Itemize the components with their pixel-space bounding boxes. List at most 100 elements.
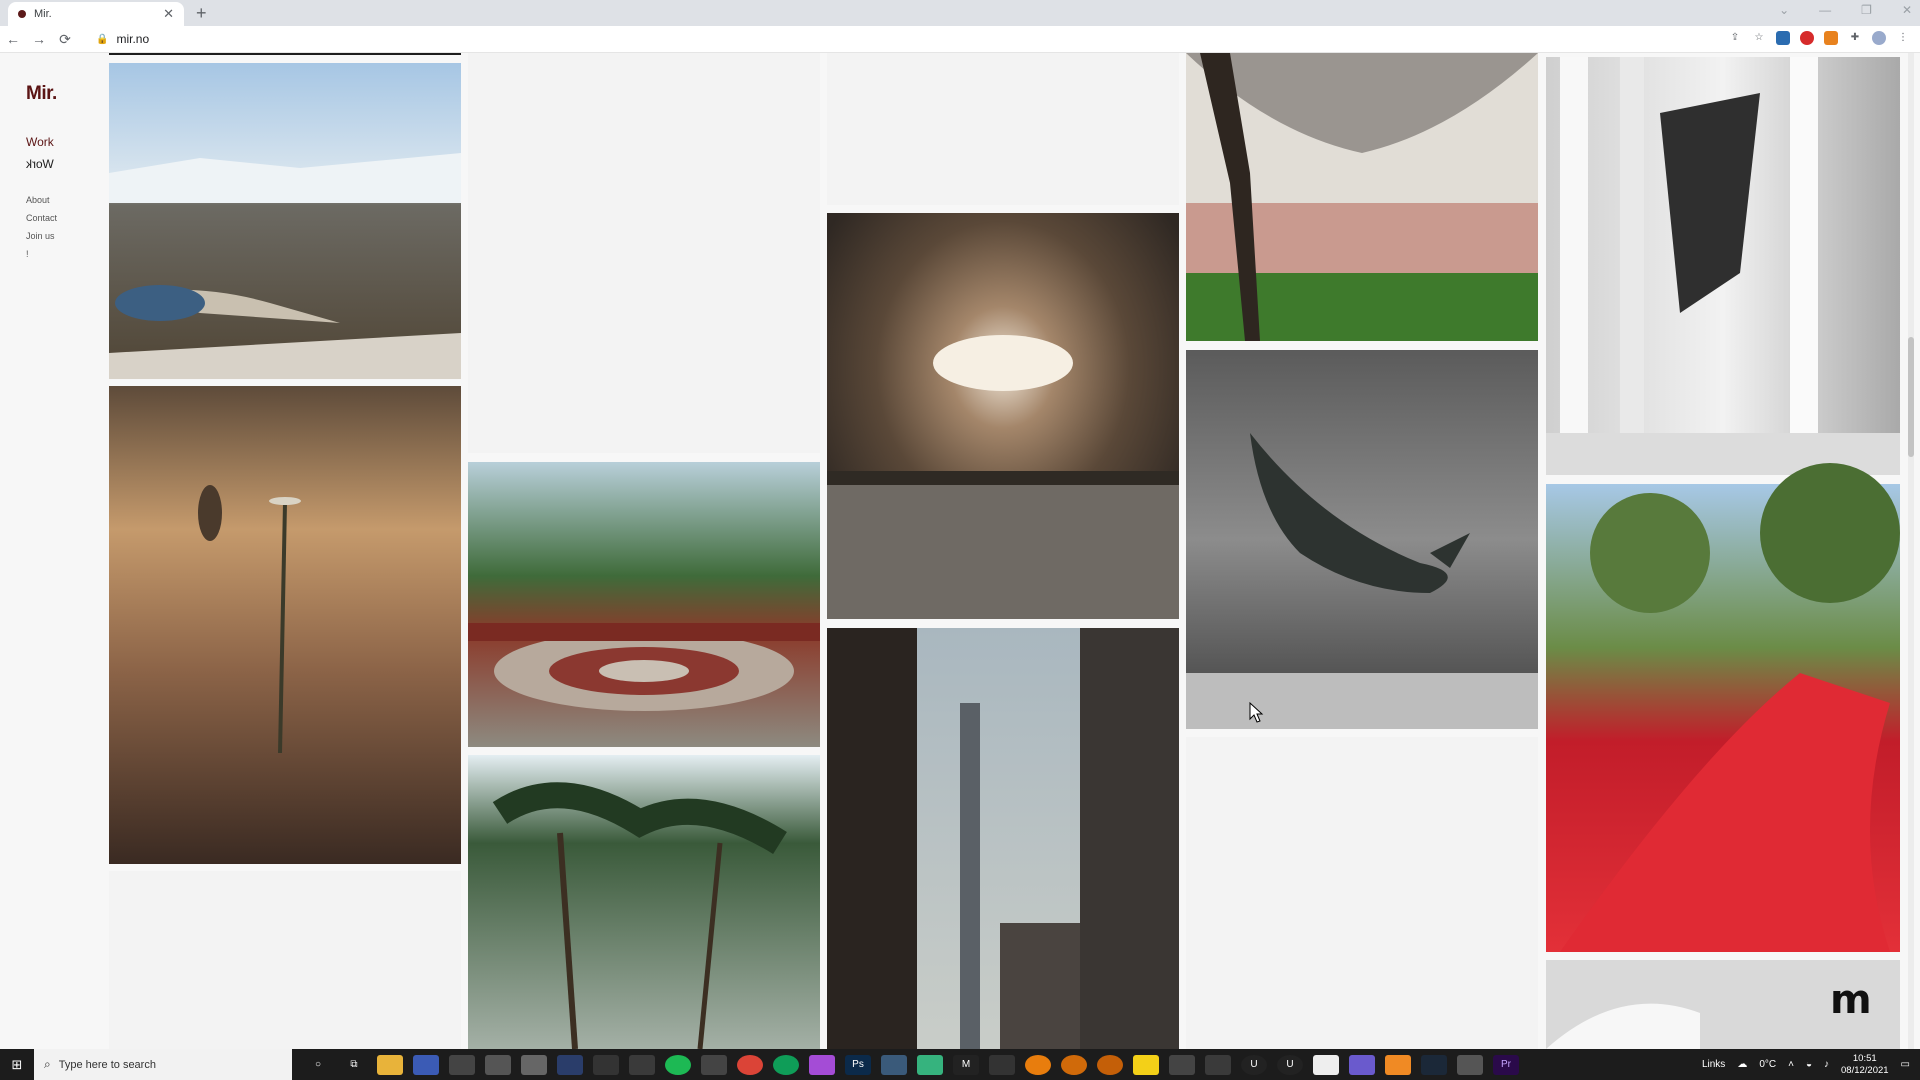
volume-icon[interactable]: ♪	[1824, 1059, 1829, 1070]
app-icon[interactable]	[1313, 1054, 1339, 1075]
new-tab-button[interactable]: +	[196, 3, 207, 24]
tab-close-icon[interactable]: ✕	[163, 6, 174, 22]
clock-time: 10:51	[1852, 1052, 1877, 1064]
gallery-image-whale-sculpture[interactable]	[1186, 350, 1538, 729]
bookmark-star-icon[interactable]: ☆	[1752, 31, 1766, 45]
secondary-nav: About Contact Join us !	[26, 195, 106, 259]
tray-chevron-icon[interactable]: ˄	[1788, 1059, 1794, 1070]
menu-kebab-icon[interactable]: ⋮	[1896, 31, 1910, 45]
app-icon[interactable]	[917, 1054, 943, 1075]
app-icon[interactable]	[1457, 1054, 1483, 1075]
clock-date: 08/12/2021	[1841, 1064, 1889, 1076]
app-icon[interactable]	[809, 1054, 835, 1075]
premiere-icon[interactable]: Pr	[1493, 1054, 1519, 1075]
app-icon[interactable]	[485, 1054, 511, 1075]
app-icon[interactable]	[881, 1054, 907, 1075]
unreal-engine-icon[interactable]: U	[1241, 1054, 1267, 1075]
search-icon: ⌕	[44, 1057, 51, 1071]
app-icon[interactable]	[1205, 1054, 1231, 1075]
nav-about-link[interactable]: About	[26, 195, 106, 205]
gallery-placeholder	[468, 53, 820, 453]
photoshop-icon[interactable]: Ps	[845, 1054, 871, 1075]
site-logo[interactable]: Mir.	[26, 83, 106, 105]
gallery-image-greenland-landscape[interactable]	[109, 63, 461, 379]
gallery-image-red-walkway[interactable]	[1546, 463, 1900, 952]
app-icon[interactable]	[629, 1054, 655, 1075]
spotify-icon[interactable]	[665, 1054, 691, 1075]
weather-cloud-icon[interactable]: ☁	[1737, 1059, 1747, 1070]
chrome-profile-icon[interactable]	[773, 1054, 799, 1075]
weather-temperature[interactable]: 0°C	[1759, 1059, 1776, 1070]
blender-icon[interactable]	[1025, 1054, 1051, 1075]
taskbar-search-placeholder: Type here to search	[58, 1058, 156, 1071]
task-view-icon[interactable]: ⧉	[341, 1055, 367, 1075]
unreal-engine-icon[interactable]: U	[1277, 1054, 1303, 1075]
page-scrollbar-thumb[interactable]	[1908, 337, 1914, 457]
app-icon[interactable]	[449, 1054, 475, 1075]
address-bar: ← → ⟳ 🔒 mir.no ⇪ ☆ ✚ ⋮	[0, 26, 1920, 53]
gallery-image-pine-trees[interactable]	[468, 755, 820, 1049]
close-window-button[interactable]: ✕	[1902, 3, 1912, 17]
nav-exclaim-link[interactable]: !	[26, 249, 106, 259]
nav-join-us-link[interactable]: Join us	[26, 231, 106, 241]
forward-button[interactable]: →	[26, 31, 52, 47]
taskbar-clock[interactable]: 10:51 08/12/2021	[1841, 1053, 1889, 1077]
reload-button[interactable]: ⟳	[52, 31, 78, 48]
gallery-placeholder	[827, 53, 1179, 205]
app-icon[interactable]	[557, 1054, 583, 1075]
gallery-image-red-pavilion-field[interactable]	[468, 462, 820, 747]
notifications-icon[interactable]: ▭	[1901, 1059, 1910, 1070]
sticky-notes-icon[interactable]	[1133, 1054, 1159, 1075]
browser-tab-strip: Mir. ✕ + ⌄ — ❐ ✕	[0, 0, 1920, 26]
url-field[interactable]: 🔒 mir.no	[88, 28, 1698, 50]
lock-icon[interactable]: 🔒	[96, 34, 108, 45]
start-button[interactable]: ⊞	[0, 1049, 34, 1080]
app-icon[interactable]	[593, 1054, 619, 1075]
file-explorer-icon[interactable]	[377, 1054, 403, 1075]
gallery-image-skyscraper-street[interactable]	[827, 628, 1179, 1049]
cortana-icon[interactable]: ○	[305, 1055, 331, 1075]
calculator-icon[interactable]	[521, 1054, 547, 1075]
profile-avatar-icon[interactable]	[1872, 31, 1886, 45]
tray-links-label[interactable]: Links	[1702, 1059, 1725, 1070]
share-icon[interactable]: ⇪	[1728, 31, 1742, 45]
image-gallery: m	[0, 53, 1920, 1049]
app-icon[interactable]	[413, 1054, 439, 1075]
site-sidebar: Mir. Work Work About Contact Join us !	[26, 83, 106, 267]
gallery-image-cloud-tower[interactable]	[109, 386, 461, 864]
vlc-icon[interactable]	[1385, 1054, 1411, 1075]
metamask-icon[interactable]	[1824, 31, 1838, 45]
puzzle-icon[interactable]: ✚	[1848, 31, 1862, 45]
app-icon[interactable]	[701, 1054, 727, 1075]
system-tray: Links ☁ 0°C ˄ ◒ ♪ 10:51 08/12/2021 ▭	[1702, 1049, 1910, 1080]
chrome-icon[interactable]	[737, 1054, 763, 1075]
blender-icon[interactable]	[1061, 1054, 1087, 1075]
browser-tab[interactable]: Mir. ✕	[8, 2, 184, 26]
gallery-image-mural-building[interactable]	[1186, 53, 1538, 341]
blender-icon[interactable]	[1097, 1054, 1123, 1075]
maximize-button[interactable]: ❐	[1861, 3, 1872, 17]
extension-icons: ⇪ ☆ ✚ ⋮	[1728, 31, 1910, 45]
app-icon[interactable]	[1169, 1054, 1195, 1075]
nav-work-link[interactable]: Work	[26, 135, 106, 149]
steam-icon[interactable]	[1421, 1054, 1447, 1075]
minimize-button[interactable]: —	[1819, 3, 1831, 17]
nav-work-mirrored-link[interactable]: Work	[26, 157, 54, 171]
app-icon[interactable]: M	[953, 1054, 979, 1075]
tab-title: Mir.	[34, 8, 52, 20]
network-icon[interactable]: ◒	[1806, 1059, 1812, 1070]
taskbar-pinned-apps: ○ ⧉ Ps M U U Pr	[300, 1054, 1524, 1075]
nav-contact-link[interactable]: Contact	[26, 213, 106, 223]
tab-search-icon[interactable]: ⌄	[1779, 3, 1789, 17]
gallery-image-abstract-sculpture[interactable]: m	[1546, 960, 1900, 1049]
page-scrollbar-track[interactable]	[1908, 53, 1914, 1049]
gallery-image-white-columns[interactable]	[1546, 57, 1900, 475]
gallery-image-wooden-atrium[interactable]	[827, 213, 1179, 619]
app-icon[interactable]	[1349, 1054, 1375, 1075]
taskbar-search-box[interactable]: ⌕ Type here to search	[34, 1049, 292, 1080]
app-icon[interactable]	[989, 1054, 1015, 1075]
gallery-image-top-edge	[109, 53, 461, 55]
opera-icon[interactable]	[1800, 31, 1814, 45]
back-button[interactable]: ←	[0, 31, 26, 47]
extension-icon[interactable]	[1776, 31, 1790, 45]
